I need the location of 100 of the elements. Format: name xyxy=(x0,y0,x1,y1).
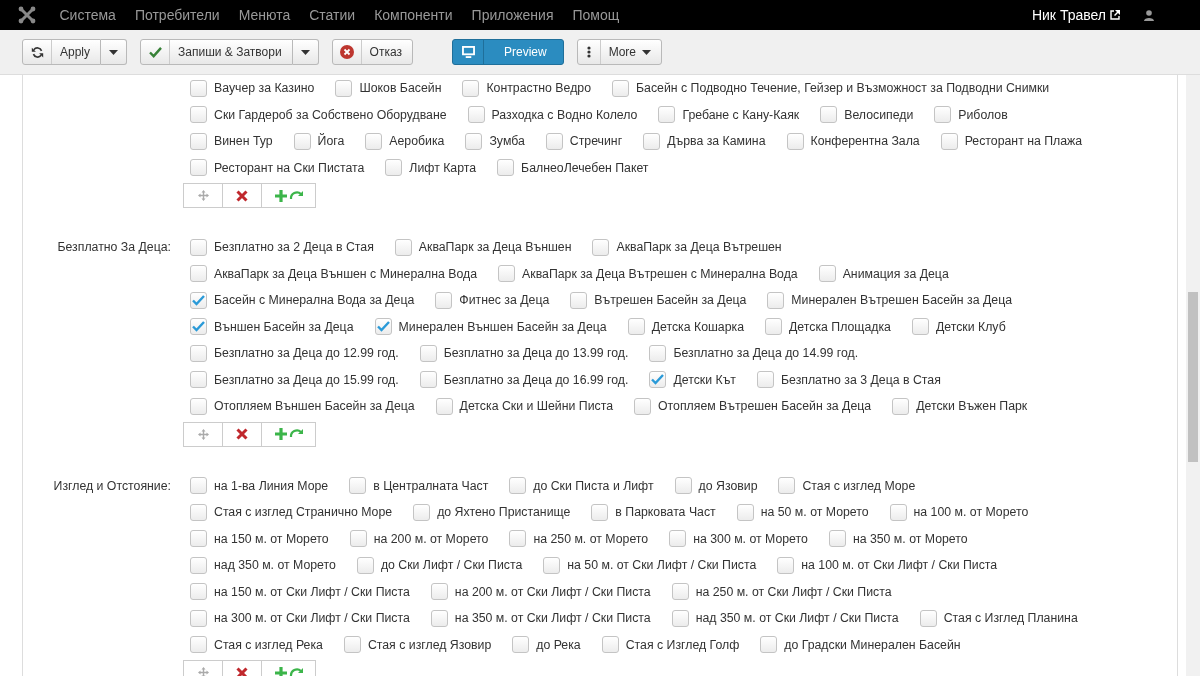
checkbox-label[interactable]: Безплатно за 3 Деца в Стая xyxy=(781,372,941,387)
delete-button[interactable] xyxy=(222,183,262,208)
checkbox-label[interactable]: на 200 м. от Ски Лифт / Ски Писта xyxy=(454,584,651,599)
checkbox-label[interactable]: на 300 м. от Морето xyxy=(693,531,808,546)
checkbox[interactable] xyxy=(190,397,207,415)
checkbox[interactable] xyxy=(498,265,516,283)
checkbox[interactable] xyxy=(889,503,907,521)
save-close-button[interactable]: Запиши & Затвори xyxy=(140,39,293,65)
checkbox-label[interactable]: на 150 м. от Морето xyxy=(214,531,329,546)
checkbox[interactable] xyxy=(934,106,952,124)
checkbox[interactable] xyxy=(419,344,437,362)
checkbox[interactable] xyxy=(413,503,431,521)
checkbox-label[interactable]: на 100 м. от Ски Лифт / Ски Писта xyxy=(801,558,998,573)
menu-item[interactable]: Статии xyxy=(299,7,365,23)
checkbox[interactable] xyxy=(786,132,804,150)
checkbox-label[interactable]: Вътрешен Басейн за Деца xyxy=(594,293,747,308)
checkbox-label[interactable]: Детска Ски и Шейни Писта xyxy=(459,399,613,414)
checkbox[interactable] xyxy=(190,609,207,627)
checkbox-label[interactable]: до Река xyxy=(536,637,581,652)
checkbox[interactable] xyxy=(190,318,207,336)
checkbox[interactable] xyxy=(760,636,778,654)
checkbox[interactable] xyxy=(612,79,629,97)
checkbox[interactable] xyxy=(669,530,687,548)
menu-item[interactable]: Приложения xyxy=(462,7,563,23)
checkbox[interactable] xyxy=(820,106,838,124)
checkbox[interactable] xyxy=(467,106,485,124)
checkbox-label[interactable]: Безплатно за Деца до 14.99 год. xyxy=(673,346,859,361)
checkbox-label[interactable]: АкваПарк за Деца Външен xyxy=(418,240,572,255)
checkbox-label[interactable]: Стречинг xyxy=(569,134,623,149)
cancel-button[interactable]: Отказ xyxy=(331,39,413,65)
checkbox[interactable] xyxy=(190,556,207,574)
checkbox-label[interactable]: Зумба xyxy=(489,134,525,149)
scrollbar[interactable] xyxy=(1186,75,1200,676)
checkbox-label[interactable]: до Язовир xyxy=(698,478,758,493)
checkbox-label[interactable]: Ваучер за Казино xyxy=(214,81,315,96)
checkbox[interactable] xyxy=(430,583,448,601)
checkbox-label[interactable]: Стая с изглед Река xyxy=(214,637,323,652)
checkbox[interactable] xyxy=(435,291,453,309)
checkbox[interactable] xyxy=(349,530,367,548)
checkbox[interactable] xyxy=(465,132,483,150)
checkbox[interactable] xyxy=(828,530,846,548)
checkbox[interactable] xyxy=(649,371,667,389)
checkbox-label[interactable]: на 50 м. от Морето xyxy=(760,505,869,520)
checkbox[interactable] xyxy=(374,318,392,336)
checkbox-label[interactable]: Ресторант на Ски Пистата xyxy=(214,160,365,175)
checkbox-label[interactable]: Велосипеди xyxy=(844,107,914,122)
checkbox[interactable] xyxy=(190,159,207,177)
checkbox[interactable] xyxy=(674,477,692,495)
checkbox[interactable] xyxy=(419,371,437,389)
checkbox[interactable] xyxy=(435,397,453,415)
checkbox-label[interactable]: Безплатно за Деца до 13.99 год. xyxy=(443,346,629,361)
checkbox[interactable] xyxy=(543,556,561,574)
checkbox-label[interactable]: Детски Клуб xyxy=(935,319,1006,334)
checkbox-label[interactable]: Стая с изглед Море xyxy=(802,478,916,493)
checkbox[interactable] xyxy=(190,238,207,256)
user-link[interactable]: Ник Травел xyxy=(1031,7,1106,23)
checkbox-label[interactable]: на 350 м. от Морето xyxy=(852,531,968,546)
checkbox[interactable] xyxy=(190,344,207,362)
delete-button[interactable] xyxy=(222,421,262,447)
checkbox[interactable] xyxy=(627,318,645,336)
dropdown-button[interactable] xyxy=(101,39,128,65)
checkbox-label[interactable]: АкваПарк за Деца Външен с Минерална Вода xyxy=(214,266,478,281)
checkbox[interactable] xyxy=(892,397,910,415)
checkbox[interactable] xyxy=(190,106,207,124)
menu-item[interactable]: Менюта xyxy=(229,7,300,23)
more-button[interactable]: More xyxy=(576,39,663,65)
add-button[interactable] xyxy=(261,183,316,208)
checkbox[interactable] xyxy=(190,583,207,601)
checkbox-label[interactable]: Стая с Изглед Голф xyxy=(625,637,740,652)
checkbox-label[interactable]: БалнеоЛечебен Пакет xyxy=(521,160,649,175)
checkbox[interactable] xyxy=(335,79,353,97)
checkbox[interactable] xyxy=(671,583,689,601)
checkbox-label[interactable]: до Яхтено Пристанище xyxy=(437,505,571,520)
checkbox-label[interactable]: в Парковата Част xyxy=(615,505,716,520)
checkbox[interactable] xyxy=(462,79,480,97)
checkbox[interactable] xyxy=(765,318,782,336)
checkbox-label[interactable]: Отопляем Вътрешен Басейн за Деца xyxy=(658,399,872,414)
checkbox-label[interactable]: Отопляем Външен Басейн за Деца xyxy=(214,399,415,414)
checkbox-label[interactable]: Стая с изглед Странично Море xyxy=(214,505,393,520)
checkbox[interactable] xyxy=(658,106,676,124)
checkbox-label[interactable]: Дърва за Камина xyxy=(667,134,766,149)
checkbox-label[interactable]: Анимация за Деца xyxy=(842,266,949,281)
add-button[interactable] xyxy=(261,421,316,447)
checkbox-label[interactable]: Външен Басейн за Деца xyxy=(214,319,354,334)
checkbox-label[interactable]: Минерален Вътрешен Басейн за Деца xyxy=(791,293,1013,308)
checkbox-label[interactable]: Йога xyxy=(317,134,345,149)
checkbox-label[interactable]: Безплатно за 2 Деца в Стая xyxy=(214,240,374,255)
checkbox[interactable] xyxy=(767,291,785,309)
checkbox-label[interactable]: Разходка с Водно Колело xyxy=(491,107,638,122)
checkbox-label[interactable]: Детска Площадка xyxy=(789,319,891,334)
checkbox[interactable] xyxy=(190,132,207,150)
preview-button[interactable]: Preview xyxy=(452,39,564,65)
checkbox-label[interactable]: до Ски Лифт / Ски Писта xyxy=(380,558,523,573)
checkbox-label[interactable]: Винен Тур xyxy=(214,134,273,149)
checkbox-label[interactable]: Стая с изглед Язовир xyxy=(367,637,492,652)
checkbox-label[interactable]: в Централната Част xyxy=(373,478,489,493)
checkbox-label[interactable]: Конферентна Зала xyxy=(810,134,920,149)
checkbox[interactable] xyxy=(385,159,403,177)
checkbox-label[interactable]: Детски Кът xyxy=(673,372,736,387)
checkbox[interactable] xyxy=(919,609,937,627)
